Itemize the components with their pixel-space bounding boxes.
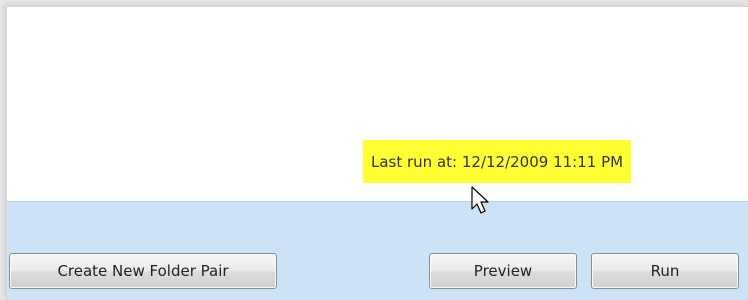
last-run-status: Last run at: 12/12/2009 11:11 PM bbox=[363, 140, 632, 183]
run-button[interactable]: Run bbox=[591, 253, 739, 289]
content-area: Last run at: 12/12/2009 11:11 PM bbox=[7, 7, 748, 201]
footer-bar: Create New Folder Pair Preview Run bbox=[7, 201, 748, 300]
app-window: Last run at: 12/12/2009 11:11 PM Create … bbox=[6, 6, 748, 300]
preview-button[interactable]: Preview bbox=[429, 253, 577, 289]
create-new-folder-pair-button[interactable]: Create New Folder Pair bbox=[9, 253, 277, 289]
